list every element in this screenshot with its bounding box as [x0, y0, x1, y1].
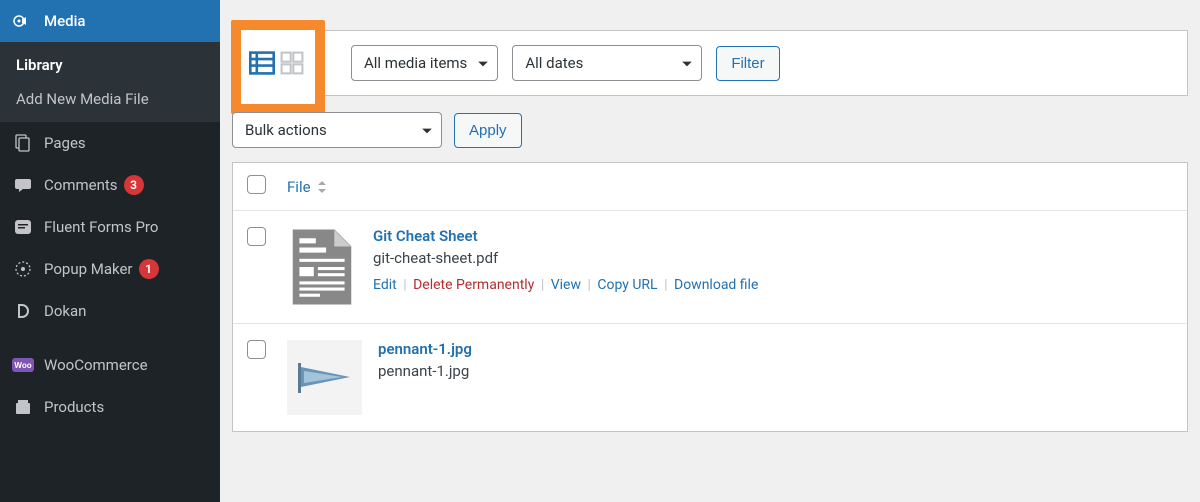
download-link[interactable]: Download file — [674, 277, 758, 293]
row-checkbox[interactable] — [247, 340, 266, 359]
sidebar-item-popup-maker[interactable]: Popup Maker 1 — [0, 248, 220, 290]
svg-text:Woo: Woo — [14, 361, 31, 370]
media-toolbar: All media items All dates Filter — [232, 30, 1188, 96]
sidebar-item-dokan[interactable]: Dokan — [0, 290, 220, 332]
sort-icon — [317, 180, 327, 194]
fluent-forms-icon — [12, 216, 34, 238]
view-link[interactable]: View — [551, 277, 581, 293]
sidebar-separator — [0, 332, 220, 344]
media-icon — [12, 10, 34, 32]
chevron-down-icon — [477, 59, 489, 69]
comments-icon — [12, 174, 34, 196]
dokan-icon — [12, 300, 34, 322]
table-row: pennant-1.jpg pennant-1.jpg — [233, 324, 1187, 431]
edit-link[interactable]: Edit — [373, 277, 397, 293]
sidebar-dokan-label: Dokan — [44, 302, 86, 320]
main-content: All media items All dates Filter Bulk ac… — [220, 0, 1200, 502]
file-header-label: File — [287, 178, 311, 196]
file-meta: pennant-1.jpg pennant-1.jpg — [378, 340, 1173, 390]
file-name-text: git-cheat-sheet.pdf — [373, 249, 1173, 267]
sidebar-fluent-label: Fluent Forms Pro — [44, 218, 158, 236]
pages-icon — [12, 132, 34, 154]
sidebar-products-label: Products — [44, 398, 104, 416]
file-name-text: pennant-1.jpg — [378, 362, 1173, 380]
row-actions: Edit | Delete Permanently | View | Copy … — [373, 277, 1173, 293]
sidebar-item-fluent-forms[interactable]: Fluent Forms Pro — [0, 206, 220, 248]
apply-button[interactable]: Apply — [454, 113, 522, 148]
file-thumbnail[interactable] — [287, 227, 357, 307]
media-type-filter[interactable]: All media items — [351, 45, 498, 81]
select-all-checkbox[interactable] — [247, 175, 266, 194]
sidebar-comments-label: Comments — [44, 176, 118, 194]
filter-button[interactable]: Filter — [716, 46, 779, 81]
date-filter[interactable]: All dates — [512, 45, 702, 81]
sidebar-item-media[interactable]: Media — [0, 0, 220, 42]
bulk-action-row: Bulk actions Apply — [232, 112, 1188, 148]
document-icon — [291, 228, 353, 306]
admin-sidebar: Media Library Add New Media File Pages C… — [0, 0, 220, 502]
sidebar-pages-label: Pages — [44, 134, 86, 152]
file-title-link[interactable]: pennant-1.jpg — [378, 340, 1173, 358]
chevron-down-icon — [681, 59, 693, 69]
pennant-image-icon — [294, 359, 356, 397]
table-header: File — [233, 163, 1187, 211]
sidebar-popup-label: Popup Maker — [44, 260, 133, 278]
file-thumbnail[interactable] — [287, 340, 362, 415]
sidebar-sub-library[interactable]: Library — [0, 48, 220, 82]
list-view-button[interactable] — [247, 48, 277, 78]
file-column-header[interactable]: File — [287, 178, 327, 196]
sidebar-submenu-media: Library Add New Media File — [0, 42, 220, 122]
sidebar-item-comments[interactable]: Comments 3 — [0, 164, 220, 206]
popup-maker-icon — [12, 258, 34, 280]
woocommerce-icon: Woo — [12, 354, 34, 376]
copy-url-link[interactable]: Copy URL — [597, 277, 657, 293]
sidebar-item-pages[interactable]: Pages — [0, 122, 220, 164]
bulk-action-select[interactable]: Bulk actions — [232, 112, 442, 148]
separator: | — [403, 277, 406, 293]
sidebar-item-woocommerce[interactable]: Woo WooCommerce — [0, 344, 220, 386]
media-filter-value: All media items — [364, 54, 467, 72]
row-checkbox[interactable] — [247, 227, 266, 246]
sidebar-media-label: Media — [44, 12, 86, 30]
view-toggle-group — [247, 48, 307, 78]
bulk-value: Bulk actions — [245, 121, 327, 139]
sidebar-item-products[interactable]: Products — [0, 386, 220, 428]
file-meta: Git Cheat Sheet git-cheat-sheet.pdf Edit… — [373, 227, 1173, 293]
grid-view-button[interactable] — [277, 48, 307, 78]
comments-badge: 3 — [124, 175, 144, 195]
table-row: Git Cheat Sheet git-cheat-sheet.pdf Edit… — [233, 211, 1187, 324]
sidebar-sub-add-new[interactable]: Add New Media File — [0, 82, 220, 116]
products-icon — [12, 396, 34, 418]
date-filter-value: All dates — [525, 54, 583, 72]
separator: | — [541, 277, 544, 293]
file-title-link[interactable]: Git Cheat Sheet — [373, 227, 1173, 245]
popup-badge: 1 — [139, 259, 159, 279]
delete-link[interactable]: Delete Permanently — [413, 277, 534, 293]
separator: | — [664, 277, 667, 293]
separator: | — [587, 277, 590, 293]
chevron-down-icon — [421, 126, 433, 136]
sidebar-woo-label: WooCommerce — [44, 356, 148, 374]
media-table: File — [232, 162, 1188, 432]
